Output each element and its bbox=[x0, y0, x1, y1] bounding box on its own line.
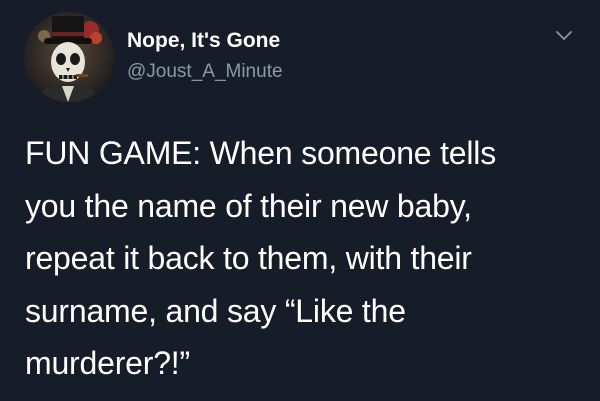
tweet-text-line: you the name of their new baby, bbox=[25, 187, 472, 224]
author-display-name[interactable]: Nope, It's Gone bbox=[127, 29, 280, 53]
tweet-text: FUN GAME: When someone tells you the nam… bbox=[25, 127, 585, 390]
skull-top-hat-avatar-icon bbox=[24, 12, 114, 102]
tweet-text-line: surname, and say “Like the bbox=[25, 292, 406, 329]
tweet-text-line: murderer?!” bbox=[25, 345, 190, 381]
tweet-card: Nope, It's Gone @Joust_A_Minute FUN GAME… bbox=[0, 0, 600, 401]
author-handle[interactable]: @Joust_A_Minute bbox=[127, 61, 283, 83]
tweet-text-line: FUN GAME: When someone tells bbox=[25, 135, 496, 171]
author-avatar[interactable] bbox=[24, 12, 114, 102]
tweet-text-line: repeat it back to them, with their bbox=[25, 240, 472, 276]
chevron-down-icon[interactable] bbox=[553, 28, 575, 44]
